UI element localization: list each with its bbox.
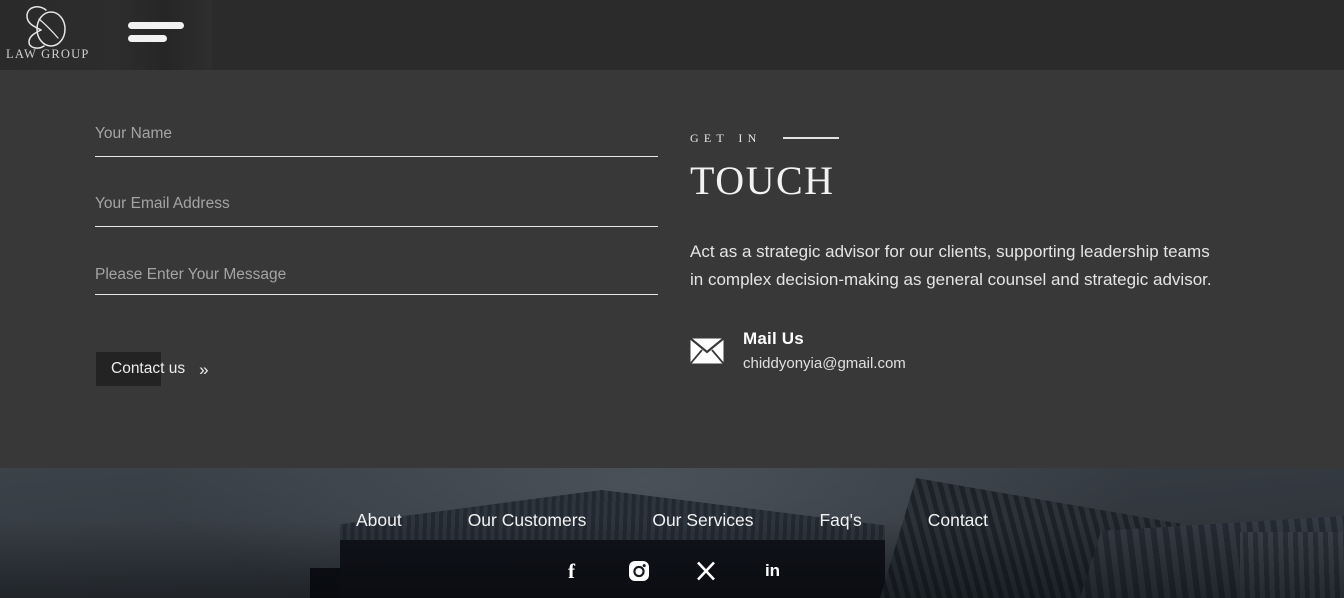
name-field-wrap xyxy=(95,125,658,195)
hamburger-menu-icon[interactable] xyxy=(128,20,186,48)
hamburger-bar-bottom xyxy=(128,35,167,42)
footer-link-faqs[interactable]: Faq's xyxy=(819,510,861,531)
mail-us-block[interactable]: Mail Us chiddyonyia@gmail.com xyxy=(690,329,1250,372)
message-input[interactable] xyxy=(95,265,658,295)
contact-us-label: Contact us xyxy=(111,360,186,377)
linkedin-icon[interactable]: in xyxy=(762,560,784,582)
footer-link-our-customers[interactable]: Our Customers xyxy=(468,510,587,531)
email-input[interactable] xyxy=(95,195,658,227)
contact-us-button[interactable]: Contact us » xyxy=(96,351,223,387)
contact-form: Contact us » xyxy=(95,125,658,391)
site-header: LAW GROUP xyxy=(0,0,1344,70)
main-content: Contact us » GET IN TOUCH Act as a strat… xyxy=(0,70,1344,468)
submit-row: Contact us » xyxy=(95,351,658,391)
logo-wordmark: LAW GROUP xyxy=(6,47,90,61)
site-footer: About Our Customers Our Services Faq's C… xyxy=(0,468,1344,598)
hamburger-bar-top xyxy=(128,22,184,29)
section-heading: TOUCH xyxy=(690,158,835,203)
get-in-touch-section: GET IN TOUCH Act as a strategic advisor … xyxy=(690,125,1250,372)
social-links: f in xyxy=(0,560,1344,582)
name-input[interactable] xyxy=(95,125,658,157)
eyebrow-text: GET IN xyxy=(690,127,762,146)
instagram-icon[interactable] xyxy=(628,560,650,582)
x-twitter-icon[interactable] xyxy=(695,560,717,582)
facebook-icon[interactable]: f xyxy=(561,560,583,582)
footer-link-contact[interactable]: Contact xyxy=(928,510,988,531)
message-field-wrap xyxy=(95,265,658,335)
eyebrow-rule xyxy=(783,136,840,139)
contact-page: LAW GROUP Contact us » xyxy=(0,0,1344,598)
mail-text-group: Mail Us chiddyonyia@gmail.com xyxy=(743,329,906,372)
footer-navigation: About Our Customers Our Services Faq's C… xyxy=(0,510,1344,531)
envelope-icon xyxy=(690,337,724,364)
chevron-right-icon: » xyxy=(199,359,209,379)
footer-link-about[interactable]: About xyxy=(356,510,402,531)
footer-link-our-services[interactable]: Our Services xyxy=(652,510,753,531)
mail-us-address[interactable]: chiddyonyia@gmail.com xyxy=(743,355,906,372)
eyebrow-row: GET IN xyxy=(690,125,1250,149)
email-field-wrap xyxy=(95,195,658,265)
mail-us-title: Mail Us xyxy=(743,329,804,348)
section-paragraph: Act as a strategic advisor for our clien… xyxy=(690,242,1212,289)
